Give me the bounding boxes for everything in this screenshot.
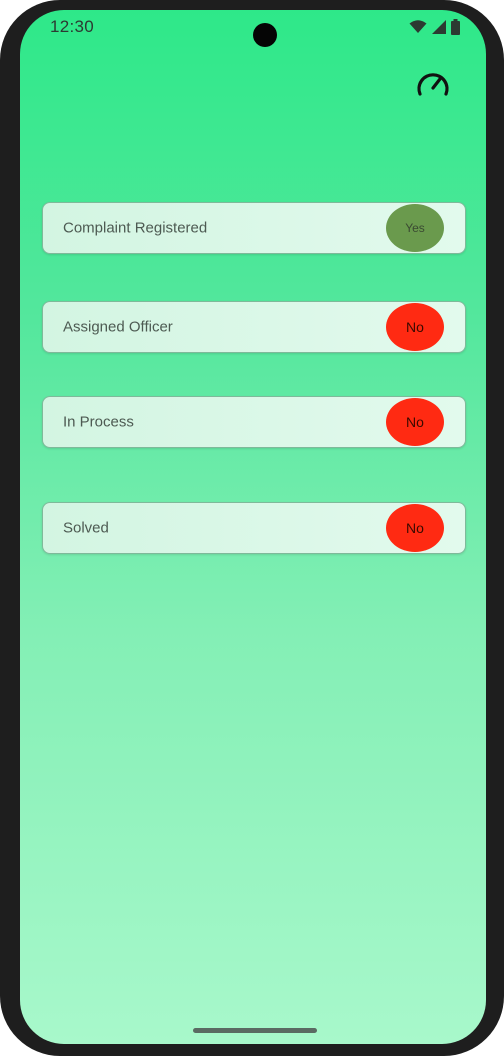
status-row-solved: Solved No <box>42 502 466 554</box>
home-indicator[interactable] <box>193 1028 317 1033</box>
front-camera <box>253 23 277 47</box>
speedometer-button[interactable] <box>414 68 452 102</box>
battery-icon <box>451 19 460 35</box>
phone-frame: 12:30 Complaint Registered Yes Assigned … <box>0 0 504 1056</box>
status-row-assigned-officer: Assigned Officer No <box>42 301 466 353</box>
status-row-complaint-registered: Complaint Registered Yes <box>42 202 466 254</box>
status-badge[interactable]: No <box>386 303 444 351</box>
app-screen: 12:30 Complaint Registered Yes Assigned … <box>20 10 486 1044</box>
status-badge[interactable]: No <box>386 398 444 446</box>
status-icons <box>409 19 460 35</box>
row-label: Solved <box>63 519 109 537</box>
status-badge[interactable]: Yes <box>386 204 444 252</box>
wifi-icon <box>409 20 427 34</box>
row-label: In Process <box>63 413 134 431</box>
row-label: Complaint Registered <box>63 219 208 237</box>
signal-icon <box>432 20 446 34</box>
speedometer-icon <box>415 68 451 103</box>
status-bar: 12:30 <box>20 10 486 47</box>
status-time: 12:30 <box>50 17 95 36</box>
row-label: Assigned Officer <box>63 318 173 336</box>
status-badge[interactable]: No <box>386 504 444 552</box>
status-row-in-process: In Process No <box>42 396 466 448</box>
